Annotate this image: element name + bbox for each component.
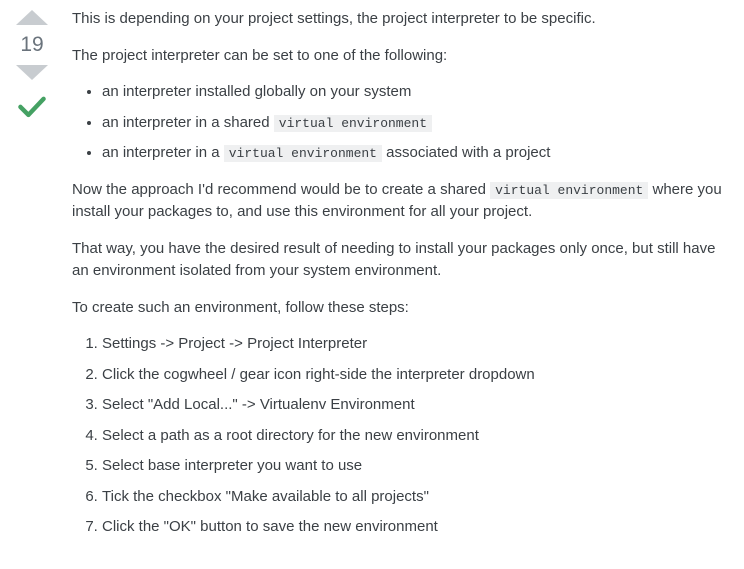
paragraph: To create such an environment, follow th… [72, 297, 728, 320]
answer-body: This is depending on your project settin… [56, 8, 728, 553]
interpreter-options-list: an interpreter installed globally on you… [72, 81, 728, 165]
downvote-button[interactable] [16, 65, 48, 80]
list-item: Settings -> Project -> Project Interpret… [102, 333, 728, 356]
paragraph: This is depending on your project settin… [72, 8, 728, 31]
text: associated with a project [382, 144, 550, 161]
paragraph: Now the approach I'd recommend would be … [72, 179, 728, 224]
paragraph: The project interpreter can be set to on… [72, 45, 728, 68]
steps-list: Settings -> Project -> Project Interpret… [72, 333, 728, 539]
answer-container: 19 This is depending on your project set… [0, 0, 744, 569]
paragraph: That way, you have the desired result of… [72, 238, 728, 283]
list-item: Click the cogwheel / gear icon right-sid… [102, 364, 728, 387]
inline-code: virtual environment [224, 145, 382, 162]
vote-count: 19 [20, 33, 43, 57]
inline-code: virtual environment [490, 182, 648, 199]
text: an interpreter in a [102, 144, 224, 161]
list-item: Click the "OK" button to save the new en… [102, 516, 728, 539]
list-item: Tick the checkbox "Make available to all… [102, 486, 728, 509]
list-item: an interpreter in a virtual environment … [102, 142, 728, 165]
list-item: an interpreter installed globally on you… [102, 81, 728, 104]
list-item: an interpreter in a shared virtual envir… [102, 112, 728, 135]
accepted-checkmark-icon[interactable] [16, 90, 48, 126]
inline-code: virtual environment [274, 115, 432, 132]
upvote-button[interactable] [16, 10, 48, 25]
list-item: Select base interpreter you want to use [102, 455, 728, 478]
vote-column: 19 [8, 8, 56, 553]
list-item: Select "Add Local..." -> Virtualenv Envi… [102, 394, 728, 417]
text: an interpreter in a shared [102, 114, 274, 131]
text: Now the approach I'd recommend would be … [72, 181, 490, 198]
list-item: Select a path as a root directory for th… [102, 425, 728, 448]
